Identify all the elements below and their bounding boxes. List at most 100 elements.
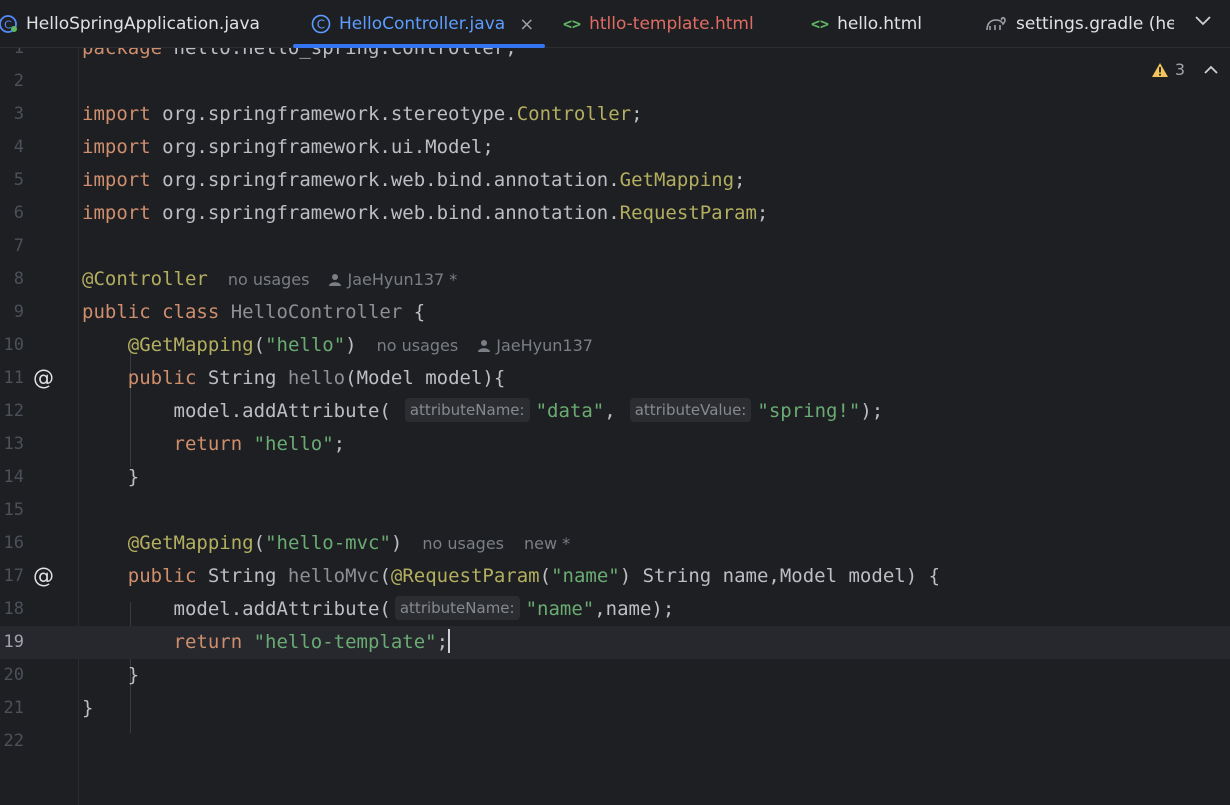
code-text: ; (333, 433, 346, 455)
code-line-8[interactable]: 8 @Controller no usages JaeHyun137 * (0, 263, 1230, 296)
code-line-19-current[interactable]: 19 return "hello-template"; (0, 626, 1230, 659)
tab-hello-html[interactable]: <> hello.html (811, 0, 951, 48)
imported-class: Controller (516, 103, 632, 125)
code-line-3[interactable]: 3 import org.springframework.stereotype.… (0, 98, 1230, 131)
gradle-icon (984, 15, 1008, 33)
annotation: @RequestParam (390, 565, 540, 587)
line-number: 21 (3, 698, 24, 718)
line-number: 12 (3, 401, 24, 421)
code-text: , (604, 400, 616, 422)
parameter-hint: attributeName: (394, 596, 520, 620)
string-literal: "hello" (265, 334, 346, 356)
html-icon: <> (811, 15, 830, 33)
code-text: ( (253, 532, 266, 554)
parameter-hint: attributeValue: (629, 398, 752, 422)
code-line-12[interactable]: 12 model.addAttribute(attributeName: "dat… (0, 395, 1230, 428)
string-literal: "name" (525, 598, 595, 620)
annotation: @GetMapping (127, 532, 254, 554)
code-text: ( (539, 565, 552, 587)
line-number: 10 (3, 335, 24, 355)
author-name: JaeHyun137 * (347, 270, 458, 289)
line-number: 13 (3, 434, 24, 454)
code-line-13[interactable]: 13 return "hello"; (0, 428, 1230, 461)
svg-text:C: C (4, 19, 12, 32)
usages-lens[interactable]: no usages (422, 534, 504, 553)
keyword: return (173, 631, 243, 653)
tab-label: htllo-template.html (589, 14, 754, 34)
request-mapping-gutter-icon[interactable]: @ (33, 362, 54, 395)
tab-settings-gradle[interactable]: settings.gradle (hel (984, 0, 1174, 48)
code-text: model.addAttribute( (173, 598, 391, 620)
line-number: 14 (3, 467, 24, 487)
code-line-22[interactable]: 22 (0, 725, 1230, 758)
code-text: ) (390, 532, 403, 554)
code-line-16[interactable]: 16 @GetMapping("hello-mvc") no usages new … (0, 527, 1230, 560)
author-lens[interactable]: JaeHyun137 * (329, 270, 457, 289)
code-text: String (196, 367, 288, 389)
code-text: String (196, 565, 288, 587)
class-name: HelloController (219, 301, 403, 323)
usages-lens[interactable]: no usages (228, 270, 310, 289)
code-line-7[interactable]: 7 (0, 230, 1230, 263)
imported-class: RequestParam (619, 202, 757, 224)
code-line-20[interactable]: 20 } (0, 659, 1230, 692)
code-line-14[interactable]: 14 } (0, 461, 1230, 494)
line-number: 11 (3, 368, 24, 388)
line-number: 4 (13, 137, 24, 157)
code-line-10[interactable]: 10 @GetMapping("hello") no usages JaeHyun1… (0, 329, 1230, 362)
string-literal: "hello-template" (242, 631, 437, 653)
person-icon (329, 274, 342, 286)
code-line-1[interactable]: 1 package hello.hello_spring.controller; (0, 48, 1230, 65)
author-lens[interactable]: new * (524, 534, 570, 553)
line-number: 2 (13, 71, 24, 91)
html-icon: <> (563, 15, 582, 33)
keyword: import (82, 169, 151, 191)
author-name: JaeHyun137 (496, 336, 593, 355)
string-literal: "hello-mvc" (265, 532, 391, 554)
imported-class: GetMapping (619, 169, 735, 191)
code-text: ; (631, 103, 643, 125)
author-lens[interactable]: JaeHyun137 (478, 336, 593, 355)
code-line-5[interactable]: 5 import org.springframework.web.bind.an… (0, 164, 1230, 197)
code-line-17[interactable]: 17 @ public String helloMvc(@RequestPara… (0, 560, 1230, 593)
code-line-11[interactable]: 11 @ public String hello(Model model){ (0, 362, 1230, 395)
request-mapping-gutter-icon[interactable]: @ (33, 560, 54, 593)
line-number: 16 (3, 533, 24, 553)
tab-list-dropdown-button[interactable] (1188, 6, 1218, 36)
code-text: } (82, 697, 94, 719)
code-line-6[interactable]: 6 import org.springframework.web.bind.an… (0, 197, 1230, 230)
code-line-15[interactable]: 15 (0, 494, 1230, 527)
code-text: { (402, 301, 426, 323)
code-text: ) (619, 565, 632, 587)
tab-label: HelloSpringApplication.java (26, 14, 260, 34)
code-text: ( (379, 565, 391, 587)
code-text: ,name); (594, 598, 675, 620)
keyword: public class (82, 301, 220, 323)
code-line-18[interactable]: 18 model.addAttribute(attributeName: "nam… (0, 593, 1230, 626)
tab-hello-spring-application[interactable]: C HelloSpringApplication.java (0, 0, 266, 48)
close-tab-icon[interactable]: × (519, 14, 534, 35)
code-text: ) (345, 334, 357, 356)
tab-hello-controller[interactable]: C HelloController.java × (293, 0, 545, 48)
line-number: 6 (13, 203, 24, 223)
line-number: 19 (3, 632, 24, 652)
tab-htllo-template[interactable]: <> htllo-template.html (563, 0, 783, 48)
code-text: } (127, 664, 140, 686)
code-text: model.addAttribute( (173, 400, 391, 422)
code-text: org.springframework.ui.Model; (150, 136, 494, 158)
line-number: 9 (13, 302, 24, 322)
line-number: 17 (3, 566, 24, 586)
code-editor[interactable]: 3 1 package hello.hello_spring.controlle… (0, 48, 1230, 805)
code-line-2[interactable]: 2 (0, 65, 1230, 98)
line-number: 22 (3, 731, 24, 751)
code-line-9[interactable]: 9 public class HelloController { (0, 296, 1230, 329)
code-text: ); (860, 400, 884, 422)
class-icon: C (311, 14, 331, 34)
usages-lens[interactable]: no usages (377, 336, 459, 355)
line-number: 1 (13, 48, 24, 58)
code-text: ; (436, 631, 449, 653)
line-number: 18 (3, 599, 24, 619)
code-line-21[interactable]: 21 } (0, 692, 1230, 725)
svg-text:C: C (317, 18, 325, 32)
code-line-4[interactable]: 4 import org.springframework.ui.Model; (0, 131, 1230, 164)
